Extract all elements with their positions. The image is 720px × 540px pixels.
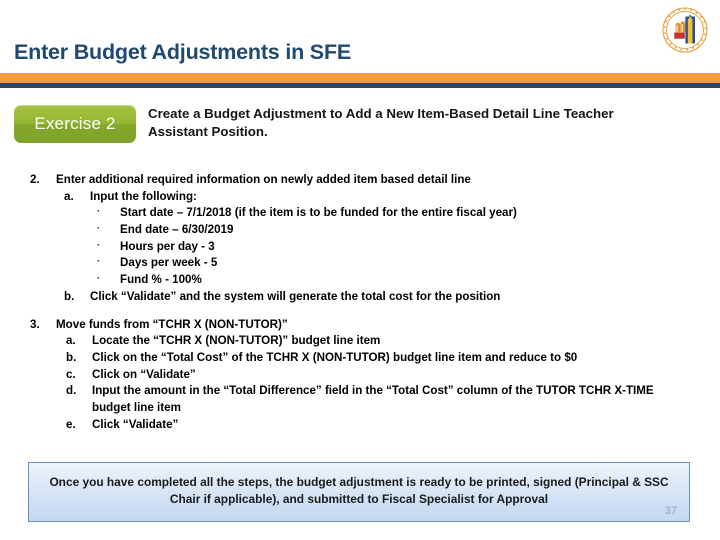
list-item: 2. Enter additional required information… [0, 172, 720, 189]
list-item-text: Enter additional required information on… [56, 173, 471, 186]
list-marker: c. [66, 367, 76, 381]
list-item: a. Locate the “TCHR X (NON-TUTOR)” budge… [0, 333, 720, 350]
list-item-text: Start date – 7/1/2018 (if the item is to… [120, 206, 517, 220]
list-item-text: Click “Validate” and the system will gen… [90, 289, 501, 303]
list-item-text: Fund % - 100% [120, 273, 202, 287]
list-item-text: Input the amount in the “Total Differenc… [92, 384, 654, 398]
exercise-header-row: Exercise 2 Create a Budget Adjustment to… [0, 103, 720, 153]
list-item-text: Locate the “TCHR X (NON-TUTOR)” budget l… [92, 334, 381, 348]
list-item-text: Hours per day - 3 [120, 239, 215, 253]
list-item: b. Click “Validate” and the system will … [0, 289, 720, 306]
header-navy-divider [0, 83, 720, 88]
slide-header: Enter Budget Adjustments in SFE [0, 0, 720, 88]
university-seal-icon [660, 5, 710, 55]
slide-canvas: Enter Budget Adjustments in SFE Exercise… [0, 0, 720, 540]
list-item-text: Days per week - 5 [120, 256, 218, 270]
summary-callout-text: Once you have completed all the steps, t… [49, 475, 669, 507]
list-marker: e. [66, 417, 76, 431]
list-marker: 2. [30, 173, 40, 186]
exercise-description: Create a Budget Adjustment to Add a New … [148, 106, 614, 139]
list-item: e. Click “Validate” [0, 417, 720, 434]
page-title: Enter Budget Adjustments in SFE [14, 40, 352, 64]
list-marker: · [97, 239, 100, 250]
list-item: c. Click on “Validate” [0, 367, 720, 384]
list-marker: · [97, 273, 100, 284]
list-item: · End date – 6/30/2019 [0, 222, 720, 239]
list-item-text: Move funds from “TCHR X (NON-TUTOR)” [56, 317, 288, 331]
list-marker: b. [64, 289, 75, 303]
list-marker: d. [66, 384, 77, 398]
list-item-text: Click on “Validate” [92, 367, 196, 381]
list-marker: · [97, 223, 100, 234]
header-orange-divider [0, 73, 720, 83]
list-item: d. Input the amount in the “Total Differ… [0, 383, 720, 400]
instruction-list: 2. Enter additional required information… [0, 172, 720, 433]
list-item: · Start date – 7/1/2018 (if the item is … [0, 205, 720, 222]
list-marker: b. [66, 350, 77, 364]
list-item-continuation: budget line item [92, 400, 181, 414]
list-item-text: Click on the “Total Cost” of the TCHR X … [92, 350, 578, 364]
exercise-badge: Exercise 2 [14, 105, 136, 143]
list-marker: · [97, 206, 100, 217]
list-item: b. Click on the “Total Cost” of the TCHR… [0, 350, 720, 367]
list-item-text: Input the following: [90, 189, 197, 203]
list-item: · Fund % - 100% [0, 272, 720, 289]
list-item-text: Click “Validate” [92, 417, 179, 431]
exercise-badge-label: Exercise 2 [34, 114, 116, 133]
summary-callout-box: Once you have completed all the steps, t… [28, 462, 690, 522]
list-item: 3. Move funds from “TCHR X (NON-TUTOR)” [0, 317, 720, 334]
list-marker: · [97, 256, 100, 267]
list-item-text: End date – 6/30/2019 [120, 223, 234, 237]
list-marker: 3. [30, 317, 40, 331]
list-marker: a. [66, 334, 76, 348]
list-item: · Hours per day - 3 [0, 239, 720, 256]
page-number: 37 [664, 505, 677, 517]
list-marker: a. [64, 189, 74, 203]
list-item: · Days per week - 5 [0, 255, 720, 272]
list-item: a. Input the following: [0, 189, 720, 206]
